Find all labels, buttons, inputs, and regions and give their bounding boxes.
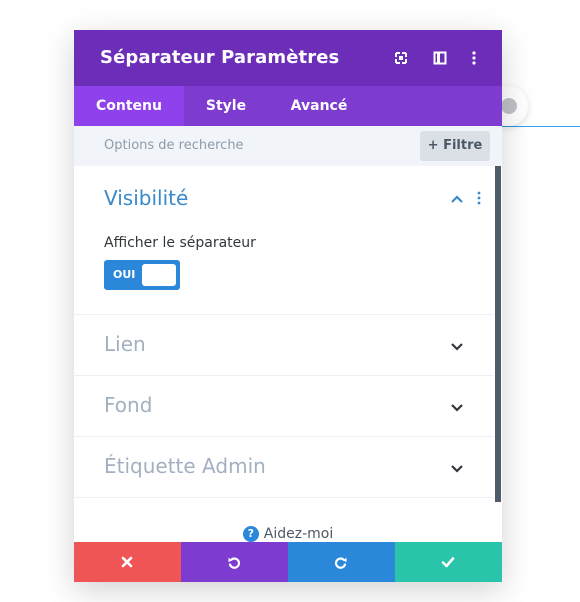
discard-button[interactable]	[74, 542, 181, 582]
chevron-down-icon[interactable]	[450, 402, 464, 412]
tab-bar: Contenu Style Avancé	[74, 86, 502, 126]
tab-style[interactable]: Style	[184, 86, 268, 126]
close-icon	[121, 556, 133, 568]
background-divider-line	[500, 126, 580, 127]
toggle-knob	[142, 264, 176, 286]
modal-title: Séparateur Paramètres	[100, 47, 340, 68]
redo-button[interactable]	[288, 542, 395, 582]
search-input[interactable]: Options de recherche	[104, 138, 244, 153]
section-visibilite: Visibilité Afficher le séparateur OUI	[74, 166, 494, 315]
modal-footer	[74, 542, 502, 582]
section-title-etiquette-admin[interactable]: Étiquette Admin	[104, 454, 266, 478]
section-etiquette-admin: Étiquette Admin	[74, 437, 494, 498]
section-title-fond[interactable]: Fond	[104, 393, 152, 417]
fullscreen-icon[interactable]	[393, 50, 409, 66]
scrollbar-thumb[interactable]	[495, 166, 501, 502]
section-options-icon[interactable]	[476, 191, 482, 205]
toggle-state-label: OUI	[113, 268, 136, 281]
help-label: Aidez-moi	[263, 526, 334, 542]
tab-avance[interactable]: Avancé	[268, 86, 370, 126]
chevron-down-icon[interactable]	[450, 463, 464, 473]
show-divider-toggle[interactable]: OUI	[104, 260, 180, 290]
globe-icon	[501, 98, 517, 114]
settings-modal: Séparateur Paramètres Contenu Style Avan…	[74, 30, 502, 582]
section-title-lien[interactable]: Lien	[104, 332, 146, 356]
chevron-up-icon[interactable]	[450, 194, 464, 204]
section-fond: Fond	[74, 376, 494, 437]
chevron-down-icon[interactable]	[450, 341, 464, 351]
filter-button[interactable]: + Filtre	[420, 131, 490, 161]
modal-header: Séparateur Paramètres	[74, 30, 502, 86]
more-options-icon[interactable]	[466, 50, 482, 66]
undo-button[interactable]	[181, 542, 288, 582]
split-view-icon[interactable]	[432, 50, 448, 66]
undo-icon	[228, 557, 241, 569]
section-title-visibilite[interactable]: Visibilité	[104, 186, 188, 210]
help-icon: ?	[242, 526, 259, 542]
section-lien: Lien	[74, 315, 494, 376]
tab-contenu[interactable]: Contenu	[74, 86, 184, 126]
search-bar: Options de recherche + Filtre	[74, 126, 502, 166]
check-icon	[441, 557, 455, 568]
save-button[interactable]	[395, 542, 502, 582]
redo-icon	[334, 557, 347, 569]
show-divider-label: Afficher le séparateur	[104, 235, 256, 251]
